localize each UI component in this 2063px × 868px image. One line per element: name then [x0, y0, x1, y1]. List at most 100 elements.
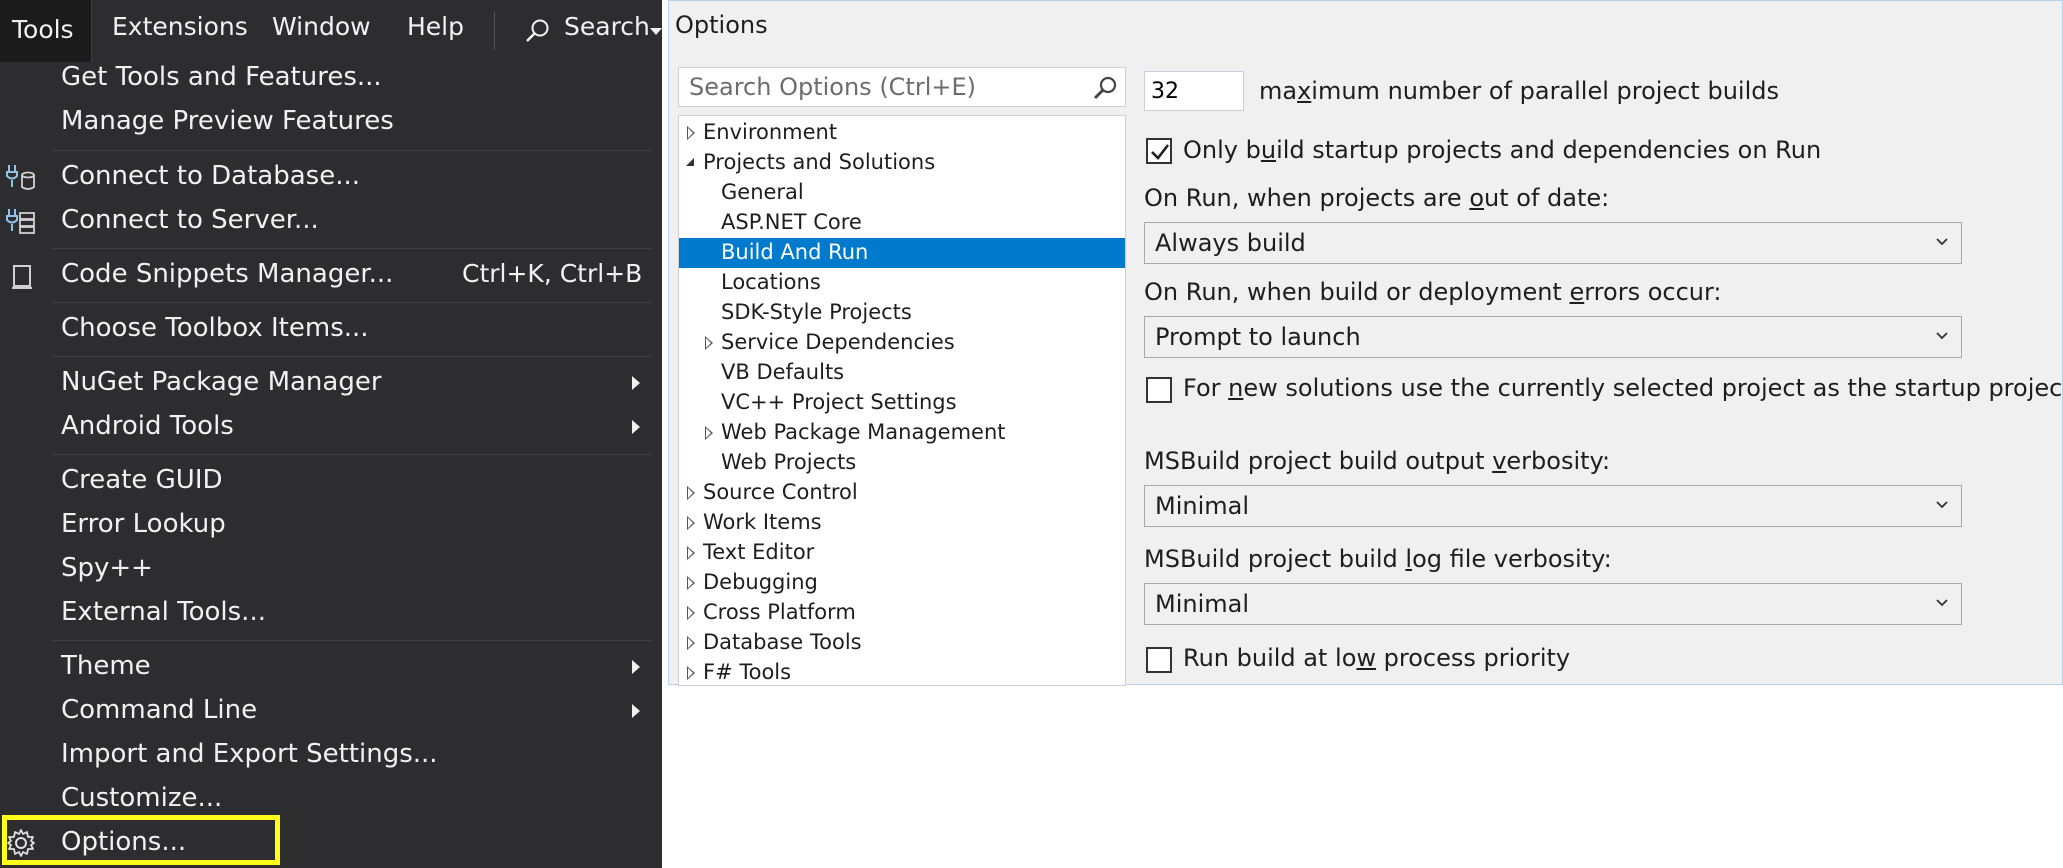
- low-priority-checkbox[interactable]: [1146, 647, 1172, 673]
- search-icon[interactable]: [525, 18, 551, 44]
- output-verbosity-dropdown[interactable]: Minimal: [1144, 485, 1962, 527]
- tree-node-text-editor[interactable]: Text Editor: [679, 538, 1125, 568]
- tree-node-vb-defaults[interactable]: VB Defaults: [679, 358, 1125, 388]
- menu-item-label: Spy++: [61, 553, 153, 583]
- menu-help[interactable]: Help: [407, 12, 464, 41]
- menu-item-spy[interactable]: Spy++: [0, 547, 662, 591]
- tree-node-locations[interactable]: Locations: [679, 268, 1125, 298]
- menu-item-create-guid[interactable]: Create GUID: [0, 459, 662, 503]
- tree-node-label: Build And Run: [721, 240, 869, 264]
- tree-node-label: Web Projects: [721, 450, 857, 474]
- tree-node-work-items[interactable]: Work Items: [679, 508, 1125, 538]
- menu-item-label: External Tools...: [61, 597, 266, 627]
- expand-arrow-icon[interactable]: [687, 516, 695, 530]
- menu-item-external-tools[interactable]: External Tools...: [0, 591, 662, 635]
- new-solutions-checkbox[interactable]: [1146, 377, 1172, 403]
- tree-node-cross-platform[interactable]: Cross Platform: [679, 598, 1125, 628]
- tree-node-environment[interactable]: Environment: [679, 118, 1125, 148]
- tree-node-sdk-style[interactable]: SDK-Style Projects: [679, 298, 1125, 328]
- chevron-down-icon: [1936, 599, 1948, 607]
- tree-node-web-projects[interactable]: Web Projects: [679, 448, 1125, 478]
- tree-node-aspnet-core[interactable]: ASP.NET Core: [679, 208, 1125, 238]
- tree-node-debugging[interactable]: Debugging: [679, 568, 1125, 598]
- menu-separator: [52, 454, 652, 455]
- menu-separator: [52, 302, 652, 303]
- low-priority-label: Run build at low process priority: [1183, 644, 1571, 672]
- tree-node-fsharp-tools[interactable]: F# Tools: [679, 658, 1125, 685]
- parallel-builds-label: maximum number of parallel project build…: [1259, 77, 1779, 105]
- options-search-box[interactable]: [678, 67, 1126, 107]
- expand-arrow-icon[interactable]: [687, 666, 695, 680]
- only-build-startup-checkbox[interactable]: [1146, 138, 1172, 164]
- tree-node-build-and-run[interactable]: Build And Run: [679, 238, 1125, 268]
- tree-node-label: Web Package Management: [721, 420, 1006, 444]
- tree-node-label: Debugging: [703, 570, 818, 594]
- tree-node-label: SDK-Style Projects: [721, 300, 912, 324]
- tree-node-label: Text Editor: [703, 540, 815, 564]
- menu-item-label: Manage Preview Features: [61, 106, 394, 136]
- expand-arrow-icon[interactable]: [687, 126, 695, 140]
- tree-node-service-dependencies[interactable]: Service Dependencies: [679, 328, 1125, 358]
- tree-node-label: Locations: [721, 270, 821, 294]
- dialog-title: Options: [675, 11, 768, 39]
- menu-tools-label: Tools: [12, 15, 74, 44]
- menu-item-label: Connect to Server...: [61, 205, 319, 235]
- menu-item-android-tools[interactable]: Android Tools: [0, 405, 662, 449]
- tools-menu-panel: Tools Extensions Window Help Search Get …: [0, 0, 662, 868]
- menu-item-command-line[interactable]: Command Line: [0, 689, 662, 733]
- menu-item-connect-server[interactable]: Connect to Server...: [0, 199, 662, 243]
- menu-item-get-tools[interactable]: Get Tools and Features...: [0, 56, 662, 100]
- menu-item-label: Command Line: [61, 695, 258, 725]
- checkmark-icon: [1151, 144, 1170, 160]
- tree-node-projects-solutions[interactable]: Projects and Solutions: [679, 148, 1125, 178]
- search-dropdown-icon[interactable]: [650, 28, 662, 36]
- menu-tools[interactable]: Tools: [0, 0, 92, 62]
- tree-node-database-tools[interactable]: Database Tools: [679, 628, 1125, 658]
- tree-node-general[interactable]: General: [679, 178, 1125, 208]
- menu-search[interactable]: Search: [564, 12, 650, 41]
- menu-item-choose-toolbox[interactable]: Choose Toolbox Items...: [0, 307, 662, 351]
- collapse-arrow-icon[interactable]: [685, 157, 695, 167]
- tree-node-label: VB Defaults: [721, 360, 845, 384]
- log-verbosity-label: MSBuild project build log file verbosity…: [1144, 545, 1612, 573]
- expand-arrow-icon[interactable]: [705, 426, 713, 440]
- submenu-arrow-icon: [632, 376, 640, 390]
- menu-item-import-export[interactable]: Import and Export Settings...: [0, 733, 662, 777]
- chevron-down-icon: [1936, 238, 1948, 246]
- search-icon[interactable]: [1091, 75, 1119, 101]
- menu-item-label: Get Tools and Features...: [61, 62, 382, 92]
- tree-node-web-package[interactable]: Web Package Management: [679, 418, 1125, 448]
- menu-extensions[interactable]: Extensions: [112, 12, 248, 41]
- menu-window[interactable]: Window: [272, 12, 371, 41]
- menu-separator: [52, 248, 652, 249]
- server-connect-icon: [6, 209, 35, 234]
- expand-arrow-icon[interactable]: [687, 636, 695, 650]
- menu-item-theme[interactable]: Theme: [0, 645, 662, 689]
- out-of-date-label: On Run, when projects are out of date:: [1144, 184, 1610, 212]
- expand-arrow-icon[interactable]: [705, 336, 713, 350]
- parallel-builds-input[interactable]: [1144, 71, 1244, 111]
- menu-item-connect-database[interactable]: Connect to Database...: [0, 155, 662, 199]
- tree-node-label: General: [721, 180, 804, 204]
- menu-item-nuget[interactable]: NuGet Package Manager: [0, 361, 662, 405]
- menu-item-code-snippets[interactable]: Code Snippets Manager... Ctrl+K, Ctrl+B: [0, 253, 662, 297]
- out-of-date-dropdown[interactable]: Always build: [1144, 222, 1962, 264]
- menu-item-manage-preview[interactable]: Manage Preview Features: [0, 100, 662, 144]
- tree-node-source-control[interactable]: Source Control: [679, 478, 1125, 508]
- options-search-input[interactable]: [679, 68, 1079, 106]
- dropdown-value: Minimal: [1155, 492, 1250, 520]
- expand-arrow-icon[interactable]: [687, 546, 695, 560]
- tree-node-vcpp-settings[interactable]: VC++ Project Settings: [679, 388, 1125, 418]
- expand-arrow-icon[interactable]: [687, 486, 695, 500]
- errors-label: On Run, when build or deployment errors …: [1144, 278, 1722, 306]
- menu-item-error-lookup[interactable]: Error Lookup: [0, 503, 662, 547]
- tree-node-label: Database Tools: [703, 630, 862, 654]
- chevron-down-icon: [1936, 501, 1948, 509]
- errors-dropdown[interactable]: Prompt to launch: [1144, 316, 1962, 358]
- expand-arrow-icon[interactable]: [687, 576, 695, 590]
- menu-item-label: Error Lookup: [61, 509, 226, 539]
- menu-item-label: Connect to Database...: [61, 161, 360, 191]
- tree-node-label: Service Dependencies: [721, 330, 955, 354]
- expand-arrow-icon[interactable]: [687, 606, 695, 620]
- log-verbosity-dropdown[interactable]: Minimal: [1144, 583, 1962, 625]
